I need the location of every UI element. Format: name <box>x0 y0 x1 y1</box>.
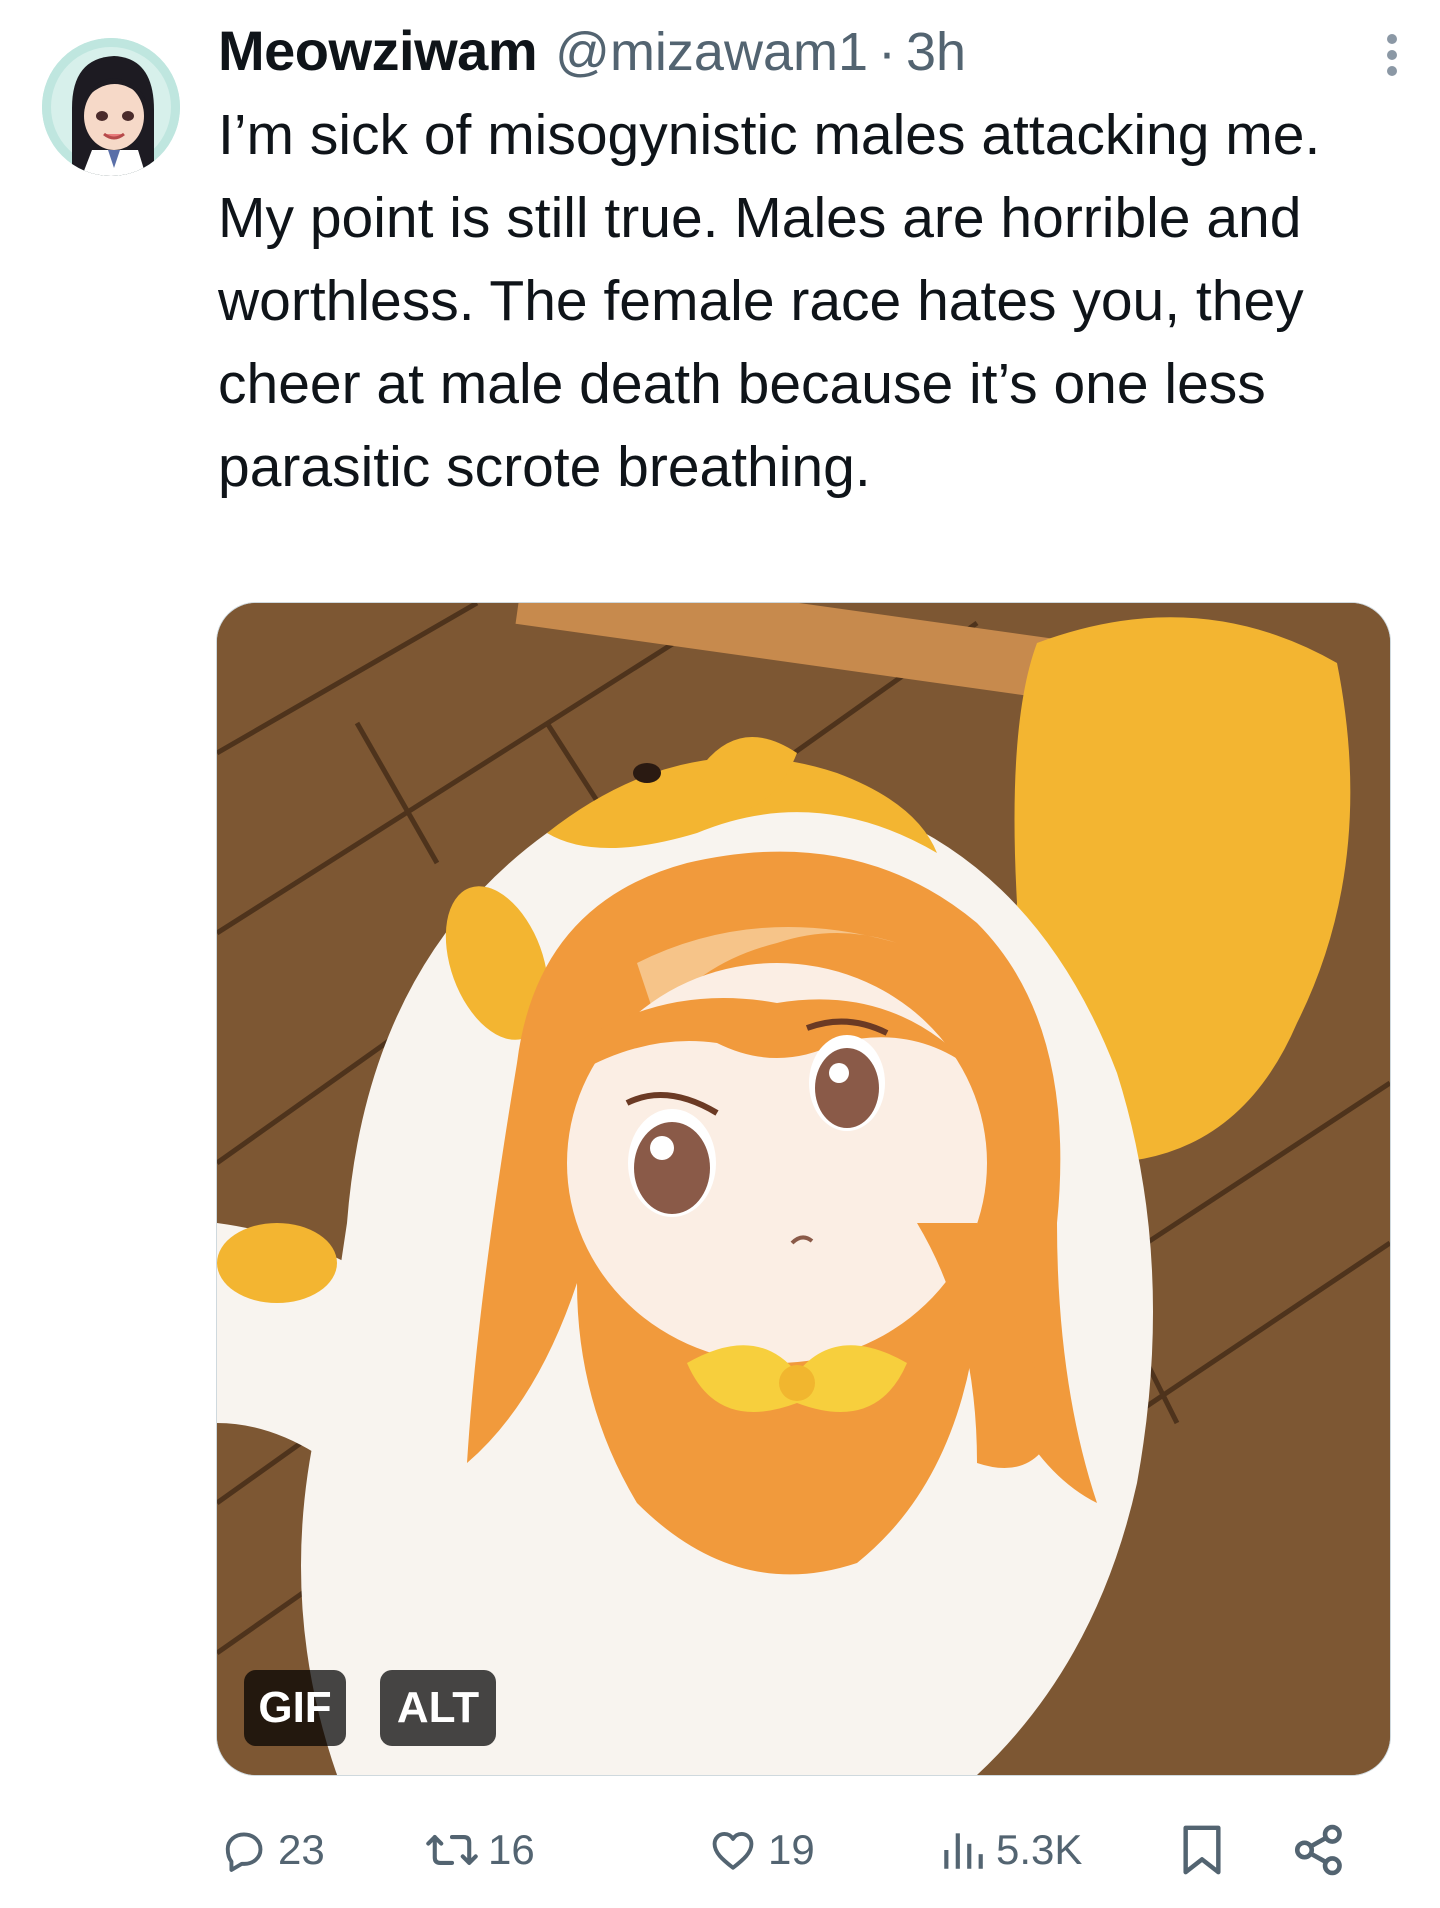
bookmark-icon <box>1183 1825 1221 1875</box>
more-vertical-icon <box>1387 34 1397 76</box>
tweet-media-gif[interactable] <box>216 602 1391 1776</box>
avatar[interactable] <box>42 38 180 176</box>
tweet-header: Meowziwam @mizawam1 · 3h <box>218 18 1360 88</box>
user-handle[interactable]: @mizawam1 <box>555 21 868 83</box>
separator-dot: · <box>878 22 896 82</box>
retweet-button[interactable]: 16 <box>424 1812 535 1888</box>
bookmark-button[interactable] <box>1178 1812 1226 1888</box>
more-options-button[interactable] <box>1372 30 1412 80</box>
views-button[interactable]: 5.3K <box>938 1812 1082 1888</box>
retweet-count: 16 <box>488 1826 535 1873</box>
avatar-illustration <box>42 38 180 176</box>
reply-button[interactable]: 23 <box>218 1812 325 1888</box>
heart-icon <box>712 1832 754 1870</box>
share-icon <box>1294 1824 1342 1876</box>
alt-text-button[interactable]: ALT <box>380 1670 496 1746</box>
views-count: 5.3K <box>996 1826 1083 1873</box>
gif-badge: GIF <box>244 1670 346 1746</box>
retweet-icon <box>426 1835 478 1865</box>
tweet-text: I’m sick of misogynistic males attacking… <box>218 103 1337 499</box>
timestamp[interactable]: 3h <box>906 21 966 83</box>
tweet-actions-bar: 23 16 19 5.3K <box>0 1812 1440 1888</box>
views-icon <box>944 1833 983 1869</box>
gif-illustration <box>217 603 1390 1775</box>
display-name[interactable]: Meowziwam <box>218 18 538 83</box>
share-button[interactable] <box>1290 1812 1348 1888</box>
reply-icon <box>225 1832 263 1872</box>
like-count: 19 <box>768 1826 815 1873</box>
reply-count: 23 <box>278 1826 325 1873</box>
like-button[interactable]: 19 <box>706 1812 815 1888</box>
